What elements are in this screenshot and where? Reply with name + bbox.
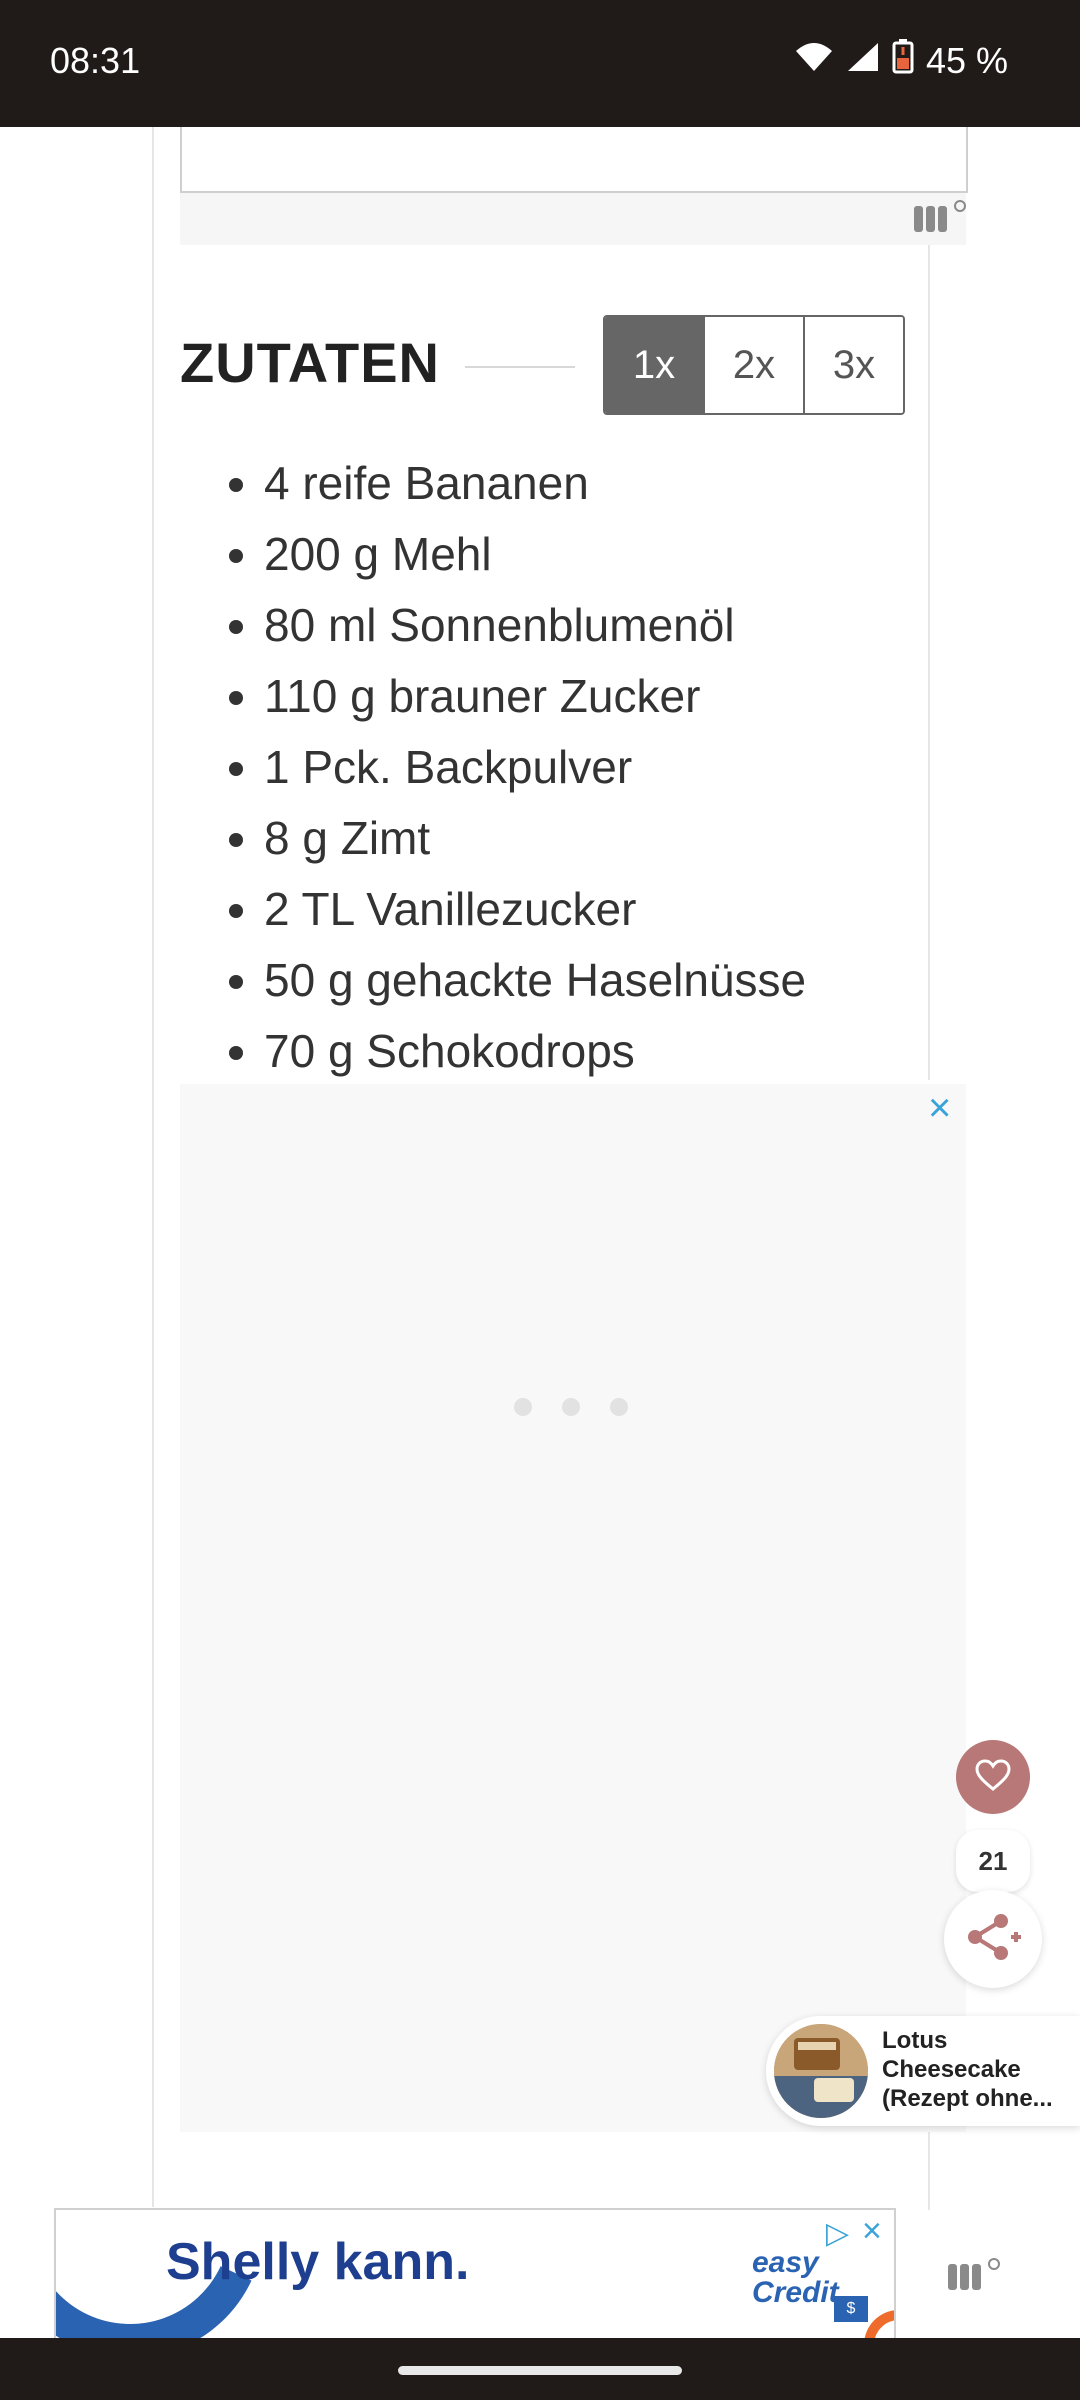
card-border-left bbox=[152, 127, 154, 2207]
ad-close-icon[interactable]: × bbox=[928, 1088, 951, 1128]
favorite-button[interactable] bbox=[956, 1740, 1030, 1814]
previous-content-box bbox=[180, 127, 968, 193]
system-nav-bar bbox=[0, 2338, 1080, 2400]
servings-1x-button[interactable]: 1x bbox=[605, 317, 703, 413]
ingredient-item: 200 g Mehl bbox=[264, 519, 806, 590]
loading-dot bbox=[514, 1398, 532, 1416]
ingredient-item: 2 TL Vanillezucker bbox=[264, 874, 806, 945]
servings-3x-button[interactable]: 3x bbox=[803, 317, 903, 413]
favorite-count: 21 bbox=[956, 1830, 1030, 1892]
servings-2x-button[interactable]: 2x bbox=[703, 317, 803, 413]
ingredient-item: 8 g Zimt bbox=[264, 803, 806, 874]
loading-dots-icon bbox=[514, 1398, 628, 1416]
ingredients-list: 4 reife Bananen 200 g Mehl 80 ml Sonnenb… bbox=[200, 448, 806, 1087]
share-button[interactable] bbox=[944, 1890, 1042, 1988]
ingredient-item: 4 reife Bananen bbox=[264, 448, 806, 519]
related-recipe-thumbnail bbox=[774, 2024, 868, 2118]
loading-dot bbox=[610, 1398, 628, 1416]
bottom-banner-ad[interactable]: Shelly kann. easy Credit ▷ × $ bbox=[54, 2208, 896, 2342]
share-plus-icon bbox=[965, 1913, 1021, 1966]
ingredient-item: 1 Pck. Backpulver bbox=[264, 732, 806, 803]
ad-footer-strip bbox=[180, 193, 966, 245]
status-icons: 45 % bbox=[794, 38, 1008, 83]
card-border-right bbox=[928, 240, 930, 1080]
heart-icon bbox=[974, 1758, 1012, 1797]
ezoic-logo-icon[interactable] bbox=[912, 198, 968, 241]
ingredient-item: 70 g Schokodrops bbox=[264, 1016, 806, 1087]
battery-percent: 45 % bbox=[925, 39, 1008, 81]
cell-signal-icon bbox=[846, 40, 880, 82]
related-recipe-card[interactable]: Lotus Cheesecake (Rezept ohne... bbox=[766, 2016, 1080, 2126]
banner-brand-logo: easy Credit bbox=[752, 2246, 839, 2309]
status-time: 08:31 bbox=[50, 40, 141, 81]
card-border-right-lower bbox=[928, 2130, 930, 2210]
battery-low-icon bbox=[892, 38, 914, 83]
wifi-icon bbox=[794, 40, 834, 82]
ezoic-logo-icon[interactable] bbox=[946, 2256, 1002, 2299]
ad-placeholder[interactable] bbox=[180, 1084, 966, 2132]
servings-toggle: 1x 2x 3x bbox=[603, 315, 905, 415]
related-recipe-title: Lotus Cheesecake (Rezept ohne... bbox=[882, 2027, 1053, 2112]
adchoices-icon[interactable]: ▷ bbox=[826, 2216, 849, 2251]
heading-divider bbox=[465, 366, 575, 368]
ingredient-item: 50 g gehackte Haselnüsse bbox=[264, 945, 806, 1016]
home-gesture-handle[interactable] bbox=[398, 2366, 682, 2375]
ingredient-item: 110 g brauner Zucker bbox=[264, 661, 806, 732]
ingredients-heading: ZUTATEN bbox=[180, 331, 440, 394]
status-bar: 08:31 45 % bbox=[0, 0, 1080, 127]
bank-logo-icon: $ bbox=[834, 2296, 868, 2322]
banner-close-icon[interactable]: × bbox=[862, 2212, 882, 2251]
banner-slogan: Shelly kann. bbox=[166, 2233, 470, 2291]
ingredient-item: 80 ml Sonnenblumenöl bbox=[264, 590, 806, 661]
loading-dot bbox=[562, 1398, 580, 1416]
